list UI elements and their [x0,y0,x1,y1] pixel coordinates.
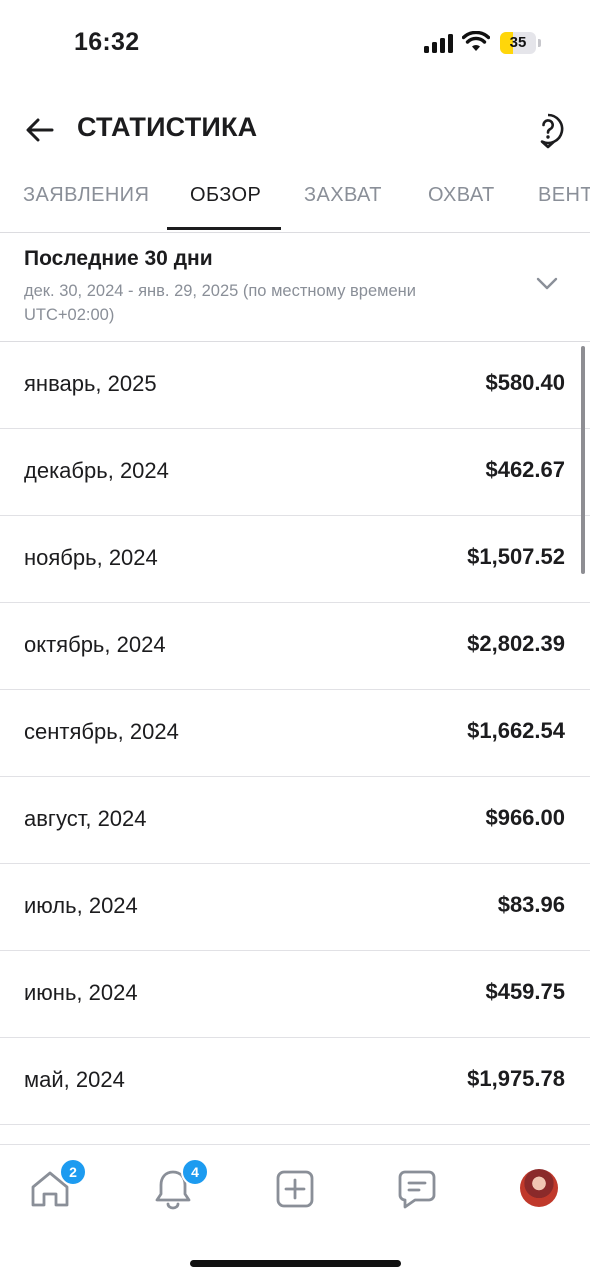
back-arrow-icon[interactable] [24,114,56,146]
month-label: июль, 2024 [24,893,138,918]
period-title: Последние 30 дни [24,247,213,270]
nav-create[interactable] [273,1167,317,1211]
status-bar: 16:32 35 [0,0,590,90]
amount-value: $1,507.52 [467,544,565,569]
wifi-icon [462,31,490,51]
list-item[interactable]: ноябрь, 2024 $1,507.52 [0,516,590,603]
amount-value: $459.75 [485,979,565,1004]
amount-value: $462.67 [485,457,565,482]
scrollbar[interactable] [581,346,585,574]
period-date-range: дек. 30, 2024 - янв. 29, 2025 (по местно… [24,282,417,324]
month-label: июнь, 2024 [24,980,138,1005]
period-selector[interactable]: Последние 30 дни дек. 30, 2024 - янв. 29… [0,233,590,342]
tab-overview[interactable]: ОБЗОР [190,184,261,207]
tab-reach[interactable]: ОХВАТ [428,184,495,207]
battery-cap [538,39,541,47]
status-time: 16:32 [74,28,140,56]
nav-home[interactable]: 2 [28,1158,87,1211]
cellular-signal-icon [424,33,454,53]
month-label: май, 2024 [24,1067,125,1092]
tab-capture[interactable]: ЗАХВАТ [304,184,382,207]
amount-value: $83.96 [497,892,565,917]
plus-square-icon [276,1170,314,1208]
amount-value: $580.40 [485,370,565,395]
notifications-badge: 4 [181,1158,209,1186]
tab-vent[interactable]: ВЕНТ [538,184,590,207]
list-item[interactable]: август, 2024 $966.00 [0,777,590,864]
amount-value: $966.00 [485,805,565,830]
amount-value: $1,975.78 [467,1066,565,1091]
help-icon[interactable] [530,112,566,150]
month-label: октябрь, 2024 [24,632,166,657]
list-item[interactable]: сентябрь, 2024 $1,662.54 [0,690,590,777]
page-title: СТАТИСТИКА [77,112,258,142]
month-label: сентябрь, 2024 [24,719,179,744]
home-indicator [190,1260,401,1267]
list-item[interactable]: июль, 2024 $83.96 [0,864,590,951]
home-badge: 2 [59,1158,87,1186]
month-label: август, 2024 [24,806,147,831]
tab-bar: ЗАЯВЛЕНИЯ ОБЗОР ЗАХВАТ ОХВАТ ВЕНТ [0,170,590,233]
list-item[interactable]: декабрь, 2024 $462.67 [0,429,590,516]
amount-value: $2,802.39 [467,631,565,656]
nav-notifications[interactable]: 4 [151,1158,209,1211]
list-item[interactable]: июнь, 2024 $459.75 [0,951,590,1038]
amount-value: $1,662.54 [467,718,565,743]
nav-messages[interactable] [395,1167,439,1211]
chat-icon [398,1170,436,1209]
tab-applications[interactable]: ЗАЯВЛЕНИЯ [23,184,149,207]
battery-icon: 35 [500,32,536,54]
list-item[interactable]: май, 2024 $1,975.78 [0,1038,590,1125]
month-label: декабрь, 2024 [24,458,169,483]
active-tab-indicator [167,227,281,230]
list-item[interactable]: октябрь, 2024 $2,802.39 [0,603,590,690]
monthly-earnings-list: январь, 2025 $580.40 декабрь, 2024 $462.… [0,342,590,1125]
month-label: ноябрь, 2024 [24,545,158,570]
chevron-down-icon[interactable] [536,277,558,291]
battery-level: 35 [509,34,527,51]
profile-avatar[interactable] [520,1169,558,1207]
month-label: январь, 2025 [24,371,157,396]
top-app-bar: СТАТИСТИКА [0,100,590,160]
list-item[interactable]: январь, 2025 $580.40 [0,342,590,429]
